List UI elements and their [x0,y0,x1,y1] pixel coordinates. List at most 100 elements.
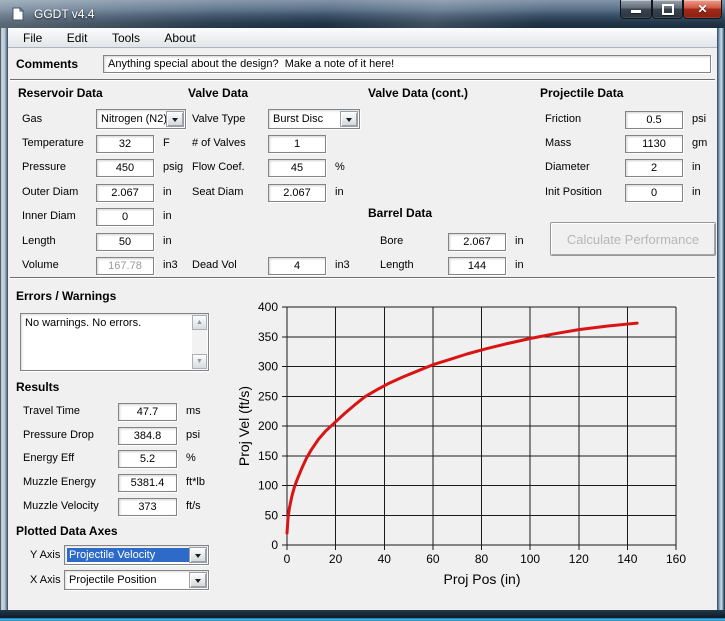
inner-diam-input[interactable] [96,208,154,226]
scroll-down-icon[interactable]: ▼ [192,354,207,369]
muzzle-energy-label: Muzzle Energy [23,476,96,488]
diameter-unit: in [692,161,701,173]
y-axis-label: Y Axis [30,549,60,561]
gas-label: Gas [22,113,42,125]
x-axis-combo[interactable]: Projectile Position [64,570,209,590]
inner-diam-unit: in [163,210,172,222]
menu-file[interactable]: File [13,28,52,48]
seat-diam-input[interactable] [268,184,326,202]
calculate-performance-button[interactable]: Calculate Performance [550,222,716,256]
y-axis-combo[interactable]: Projectile Velocity [64,545,209,565]
pressure-label: Pressure [22,161,66,173]
svg-text:160: 160 [666,552,686,566]
errors-textarea[interactable]: No warnings. No errors. ▲ ▼ [20,313,209,371]
mass-input[interactable] [625,135,683,153]
flow-coef-unit: % [335,161,345,173]
svg-text:350: 350 [258,330,278,344]
dead-vol-unit: in3 [335,259,350,271]
init-position-label: Init Position [545,186,602,198]
errors-scrollbar[interactable]: ▲ ▼ [192,315,207,369]
init-position-unit: in [692,186,701,198]
travel-time-value[interactable] [118,403,177,421]
client-area: Comments Reservoir Data Valve Data Valve… [8,48,717,610]
window-border-left [0,28,8,621]
muzzle-velocity-value[interactable] [118,498,177,516]
bore-input[interactable] [448,233,506,251]
menu-about[interactable]: About [154,28,205,48]
bore-label: Bore [380,235,403,247]
valve-type-label: Valve Type [192,113,245,125]
close-button[interactable]: ✕ [683,0,722,19]
num-valves-label: # of Valves [192,137,246,149]
menu-tools[interactable]: Tools [102,28,150,48]
muzzle-velocity-label: Muzzle Velocity [23,500,99,512]
x-axis-label: X Axis [30,574,61,586]
svg-text:0: 0 [284,552,291,566]
friction-label: Friction [545,113,581,125]
valve-type-combo[interactable]: Burst Disc [268,109,360,129]
diameter-input[interactable] [625,159,683,177]
window-title: GGDT v4.4 [34,7,94,21]
volume-input[interactable] [96,257,154,275]
svg-text:50: 50 [265,508,279,522]
chevron-down-icon[interactable] [189,572,207,588]
title-bar[interactable]: GGDT v4.4 ✕ [0,0,725,29]
svg-text:60: 60 [426,552,440,566]
x-axis-combo-value: Projectile Position [67,573,189,587]
close-icon: ✕ [697,3,707,15]
reservoir-length-input[interactable] [96,233,154,251]
volume-unit: in3 [163,259,178,271]
volume-label: Volume [22,259,59,271]
reservoir-length-unit: in [163,235,172,247]
dead-vol-input[interactable] [268,257,326,275]
friction-input[interactable] [625,111,683,129]
friction-unit: psi [692,113,706,125]
pressure-drop-label: Pressure Drop [23,429,94,441]
errors-text: No warnings. No errors. [25,317,190,329]
scroll-up-icon[interactable]: ▲ [192,315,207,330]
svg-text:250: 250 [258,389,278,403]
dead-vol-label: Dead Vol [192,259,237,271]
svg-text:20: 20 [329,552,343,566]
seat-diam-unit: in [335,186,344,198]
chevron-down-icon[interactable] [166,111,184,127]
temperature-input[interactable] [96,135,154,153]
results-title: Results [16,380,59,394]
maximize-button[interactable] [652,0,683,19]
chevron-down-glyph [195,579,201,586]
barrel-length-input[interactable] [448,257,506,275]
muzzle-velocity-unit: ft/s [186,500,201,512]
pressure-input[interactable] [96,159,154,177]
chevron-down-glyph [346,118,352,125]
svg-text:40: 40 [378,552,392,566]
pressure-drop-unit: psi [186,429,200,441]
svg-text:150: 150 [258,449,278,463]
muzzle-energy-value[interactable] [118,474,177,492]
reservoir-data-title: Reservoir Data [18,86,103,100]
chevron-down-icon[interactable] [340,111,358,127]
gas-combo[interactable]: Nitrogen (N2) [96,109,186,129]
menu-edit[interactable]: Edit [57,28,98,48]
travel-time-label: Travel Time [23,405,80,417]
flow-coef-input[interactable] [268,159,326,177]
pressure-drop-value[interactable] [118,427,177,445]
valve-data-cont-title: Valve Data (cont.) [368,86,468,100]
projectile-data-title: Projectile Data [540,86,623,100]
minimize-button[interactable] [620,0,652,19]
chevron-down-icon[interactable] [189,547,207,563]
outer-diam-input[interactable] [96,184,154,202]
app-icon [11,7,25,21]
svg-text:120: 120 [569,552,589,566]
barrel-length-label: Length [380,259,414,271]
outer-diam-label: Outer Diam [22,186,78,198]
init-position-input[interactable] [625,184,683,202]
diameter-label: Diameter [545,161,590,173]
comments-input[interactable] [103,55,711,73]
energy-eff-unit: % [186,452,196,464]
inner-diam-label: Inner Diam [22,210,76,222]
num-valves-input[interactable] [268,135,326,153]
maximize-icon [662,4,674,15]
energy-eff-value[interactable] [118,450,177,468]
svg-text:Proj Pos (in): Proj Pos (in) [443,571,520,587]
barrel-data-title: Barrel Data [368,206,432,220]
